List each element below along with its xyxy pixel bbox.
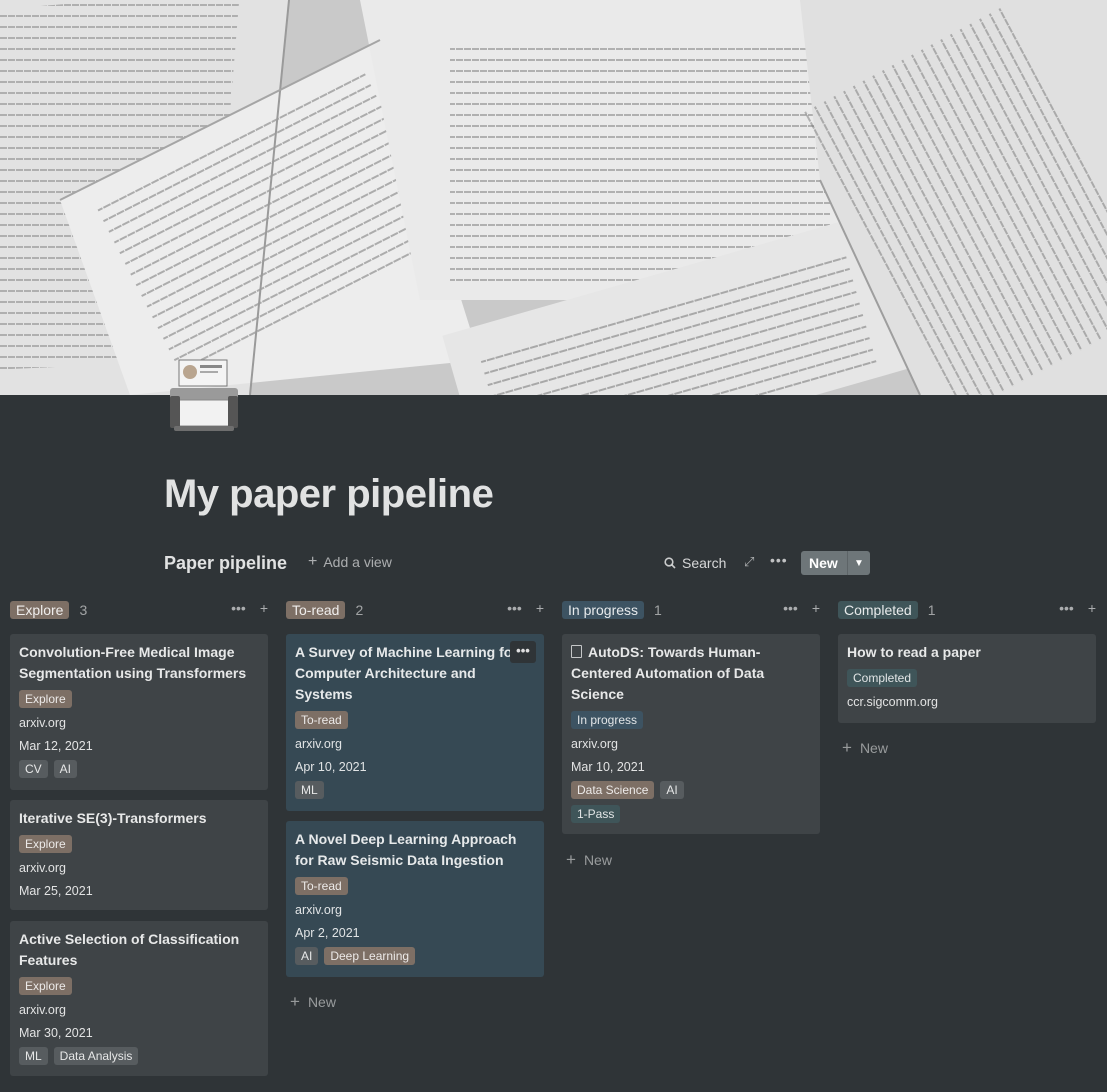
card[interactable]: A Survey of Machine Learning for Compute… bbox=[286, 634, 544, 811]
card-date: Mar 30, 2021 bbox=[19, 1026, 93, 1040]
document-icon bbox=[571, 645, 582, 658]
column-label[interactable]: To-read bbox=[286, 601, 346, 619]
add-view-button[interactable]: + Add a view bbox=[308, 553, 392, 571]
column-count: 3 bbox=[79, 602, 88, 618]
add-new-card-button[interactable]: + New bbox=[286, 992, 336, 1012]
card-date: Mar 25, 2021 bbox=[19, 884, 93, 898]
card[interactable]: Convolution-Free Medical Image Segmentat… bbox=[10, 634, 268, 790]
column-header: Completed 1 ••• + bbox=[838, 598, 1096, 622]
column-more-icon[interactable]: ••• bbox=[1059, 600, 1074, 616]
status-tag: Completed bbox=[847, 669, 918, 687]
card-title: Convolution-Free Medical Image Segmentat… bbox=[19, 644, 247, 681]
status-tag: To-read bbox=[295, 711, 348, 729]
column-label[interactable]: Completed bbox=[838, 601, 918, 619]
card-title: A Novel Deep Learning Approach for Raw S… bbox=[295, 831, 517, 868]
card-title: Iterative SE(3)-Transformers bbox=[19, 810, 207, 826]
tag: Data Analysis bbox=[53, 1047, 139, 1065]
column-header: In progress 1 ••• + bbox=[562, 598, 820, 622]
printer-icon[interactable] bbox=[168, 358, 240, 434]
card-source: arxiv.org bbox=[295, 903, 343, 917]
tag: CV bbox=[19, 760, 48, 778]
column-add-icon[interactable]: + bbox=[812, 600, 820, 616]
card-source: arxiv.org bbox=[19, 716, 67, 730]
add-new-label: New bbox=[859, 740, 888, 756]
card-date: Mar 12, 2021 bbox=[19, 739, 93, 753]
column-more-icon[interactable]: ••• bbox=[783, 600, 798, 616]
card[interactable]: How to read a paper Completed ccr.sigcom… bbox=[838, 634, 1096, 723]
card[interactable]: AutoDS: Towards Human-Centered Automatio… bbox=[562, 634, 820, 834]
column-count: 1 bbox=[654, 602, 662, 618]
card-title: How to read a paper bbox=[847, 644, 981, 660]
card[interactable]: Iterative SE(3)-Transformers Explore arx… bbox=[10, 800, 268, 910]
card-source: arxiv.org bbox=[19, 861, 67, 875]
card-more-icon[interactable]: ••• bbox=[510, 641, 536, 663]
add-new-card-button[interactable]: + New bbox=[838, 738, 888, 758]
column-add-icon[interactable]: + bbox=[260, 600, 268, 616]
plus-icon: + bbox=[290, 992, 300, 1011]
status-tag: To-read bbox=[295, 877, 348, 895]
card[interactable]: Active Selection of Classification Featu… bbox=[10, 921, 268, 1076]
new-button-label: New bbox=[809, 555, 838, 571]
plus-icon: + bbox=[308, 553, 318, 570]
column-more-icon[interactable]: ••• bbox=[231, 600, 246, 616]
column-label[interactable]: Explore bbox=[10, 601, 70, 619]
card-source: arxiv.org bbox=[19, 1003, 67, 1017]
expand-icon[interactable]: ⤢ bbox=[744, 554, 754, 570]
column-count: 1 bbox=[927, 602, 936, 618]
plus-icon: + bbox=[842, 738, 852, 757]
tag: ML bbox=[19, 1047, 48, 1065]
chevron-down-icon[interactable]: ▼ bbox=[848, 558, 870, 569]
card-title: Active Selection of Classification Featu… bbox=[19, 931, 240, 968]
column-to-read: To-read 2 ••• + A Survey of Machine Lear… bbox=[286, 598, 544, 1011]
card[interactable]: A Novel Deep Learning Approach for Raw S… bbox=[286, 821, 544, 977]
column-completed: Completed 1 ••• + How to read a paper Co… bbox=[838, 598, 1096, 757]
search-label: Search bbox=[682, 555, 727, 571]
status-tag: In progress bbox=[571, 711, 644, 729]
column-header: Explore 3 ••• + bbox=[10, 598, 268, 622]
status-tag: Explore bbox=[19, 977, 72, 995]
card-title-row: AutoDS: Towards Human-Centered Automatio… bbox=[571, 642, 812, 705]
card-source: arxiv.org bbox=[295, 737, 343, 751]
status-tag: Explore bbox=[19, 690, 72, 708]
column-header: To-read 2 ••• + bbox=[286, 598, 544, 622]
column-more-icon[interactable]: ••• bbox=[507, 600, 522, 616]
add-new-label: New bbox=[307, 994, 336, 1010]
view-bar: Paper pipeline + Add a view Search ⤢ •••… bbox=[164, 550, 872, 578]
add-new-card-button[interactable]: + New bbox=[562, 850, 612, 870]
column-explore: Explore 3 ••• + Convolution-Free Medical… bbox=[10, 598, 268, 1076]
search-icon bbox=[664, 557, 676, 569]
cover-image bbox=[0, 0, 1107, 395]
tag: ML bbox=[295, 781, 324, 799]
add-new-label: New bbox=[583, 852, 612, 868]
tag: AI bbox=[295, 947, 319, 965]
tag: Deep Learning bbox=[324, 947, 416, 965]
status-tag: Explore bbox=[19, 835, 72, 853]
column-add-icon[interactable]: + bbox=[536, 600, 544, 616]
card-date: Mar 10, 2021 bbox=[571, 760, 645, 774]
cover-pages-illustration bbox=[0, 0, 1107, 395]
column-in-progress: In progress 1 ••• + AutoDS: Towards Huma… bbox=[562, 598, 820, 869]
new-button[interactable]: New ▼ bbox=[801, 551, 870, 575]
search-button[interactable]: Search bbox=[664, 555, 726, 571]
plus-icon: + bbox=[566, 850, 576, 869]
column-add-icon[interactable]: + bbox=[1088, 600, 1096, 616]
card-source: arxiv.org bbox=[571, 737, 619, 751]
column-count: 2 bbox=[355, 602, 364, 618]
view-title[interactable]: Paper pipeline bbox=[164, 553, 287, 574]
card-date: Apr 2, 2021 bbox=[295, 926, 360, 940]
tag: AI bbox=[53, 760, 78, 778]
more-options-icon[interactable]: ••• bbox=[770, 552, 788, 568]
tag: 1-Pass bbox=[571, 805, 621, 823]
card-date: Apr 10, 2021 bbox=[295, 760, 367, 774]
card-source: ccr.sigcomm.org bbox=[847, 695, 938, 709]
page-title: My paper pipeline bbox=[164, 472, 494, 516]
card-title: A Survey of Machine Learning for Compute… bbox=[295, 644, 518, 702]
tag: Data Science bbox=[571, 781, 655, 799]
tag: AI bbox=[660, 781, 684, 799]
card-title: AutoDS: Towards Human-Centered Automatio… bbox=[571, 644, 765, 702]
column-label[interactable]: In progress bbox=[562, 601, 645, 619]
add-view-label: Add a view bbox=[323, 554, 392, 570]
